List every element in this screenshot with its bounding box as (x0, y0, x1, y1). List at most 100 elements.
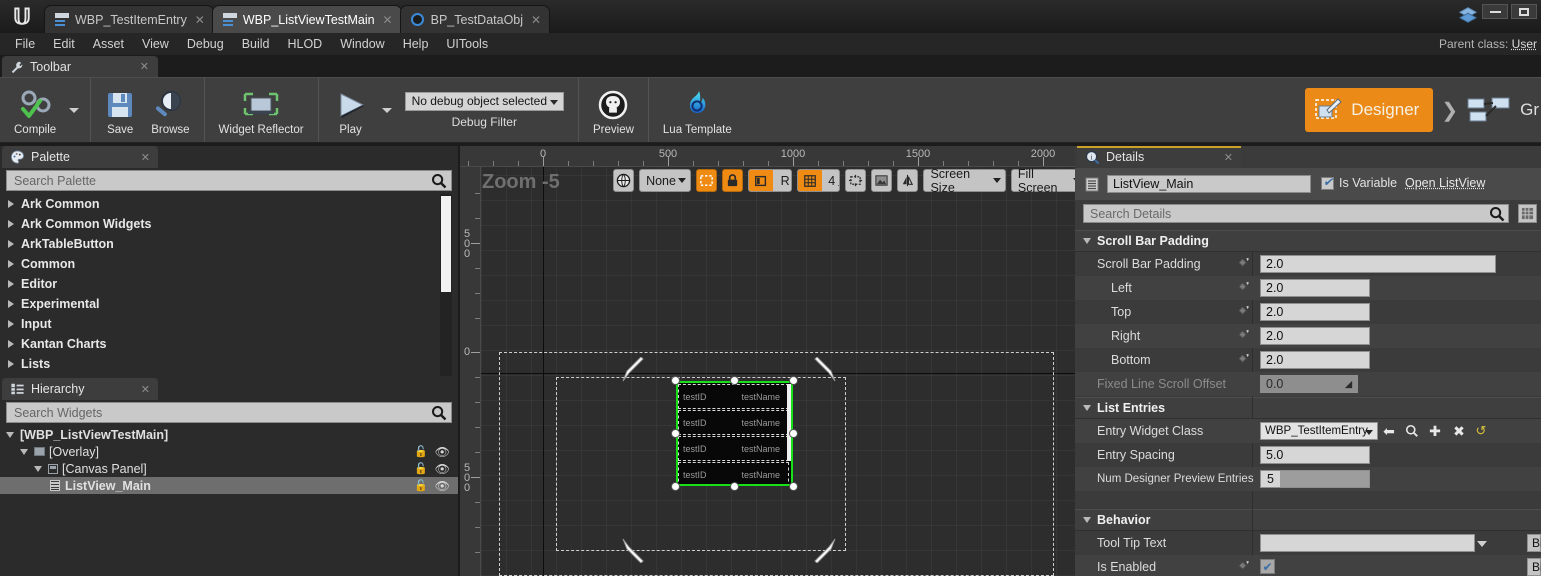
palette-scrollbar[interactable] (440, 194, 452, 376)
chevron-down-icon[interactable] (20, 448, 28, 455)
resize-handle-bottom-center[interactable] (731, 483, 738, 490)
save-button[interactable]: Save (97, 83, 143, 138)
chevron-down-icon[interactable] (34, 465, 42, 472)
chevron-down-icon[interactable] (1477, 541, 1487, 547)
asset-tab-wbp-listviewtestmain[interactable]: WBP_ListViewTestMain ✕ (211, 5, 402, 33)
entry-spacing-input[interactable]: 5.0 (1260, 446, 1370, 464)
preview-button[interactable]: Preview (585, 83, 642, 138)
create-new-asset-button[interactable]: ✚ (1427, 423, 1443, 440)
palette-item-kantan-charts[interactable]: Kantan Charts (0, 334, 440, 354)
play-options-chevron-down-icon[interactable] (381, 107, 392, 113)
menu-build[interactable]: Build (233, 35, 279, 53)
graph-mode-button[interactable]: Gr (1466, 96, 1539, 124)
is-enabled-checkbox[interactable]: ✔ (1260, 559, 1275, 574)
hierarchy-panel-tab[interactable]: Hierarchy ✕ (2, 378, 158, 400)
play-button[interactable]: Play (325, 83, 377, 138)
num-preview-entries-input[interactable]: 5 (1260, 470, 1370, 488)
designer-mode-button[interactable]: Designer (1305, 88, 1434, 132)
toggle-grid-button[interactable] (797, 170, 822, 191)
details-search-input[interactable]: Search Details (1083, 204, 1509, 223)
resize-handle-bottom-right[interactable] (790, 483, 797, 490)
menu-hlod[interactable]: HLOD (278, 35, 331, 53)
compile-button[interactable]: Compile (6, 83, 64, 138)
palette-item-ark-common[interactable]: Ark Common (0, 194, 440, 214)
category-list-entries[interactable]: List Entries (1075, 397, 1541, 419)
resize-handle-middle-left[interactable] (672, 430, 679, 437)
close-icon[interactable]: ✕ (531, 13, 541, 27)
scroll-padding-left-input[interactable]: 2.0 (1260, 279, 1370, 297)
scroll-bar-padding-input[interactable]: 2.0 (1260, 255, 1496, 273)
toolbar-panel-tab[interactable]: Toolbar ✕ (2, 56, 158, 77)
widget-reflector-button[interactable]: Widget Reflector (211, 83, 312, 138)
palette-item-lists[interactable]: Lists (0, 354, 440, 374)
anchor-medallion-bottom-left-icon[interactable] (621, 537, 647, 563)
designer-canvas[interactable]: testID testName testID testName testID t… (481, 167, 1075, 576)
entry-widget-class-select[interactable]: WBP_TestItemEntry (1260, 422, 1378, 440)
resize-handle-bottom-left[interactable] (672, 483, 679, 490)
hierarchy-row-listview-main[interactable]: ListView_Main 🔓 👁 (0, 477, 458, 494)
close-icon[interactable]: ✕ (383, 13, 393, 27)
fit-to-screen-button[interactable] (845, 169, 867, 192)
menu-debug[interactable]: Debug (178, 35, 233, 53)
anchor-medallion-top-left-icon[interactable] (621, 357, 647, 383)
menu-asset[interactable]: Asset (84, 35, 133, 53)
toggle-r-button[interactable]: R (773, 170, 791, 191)
lock-icon[interactable]: 🔓 (414, 479, 428, 492)
palette-item-common[interactable]: Common (0, 254, 440, 274)
palette-scrollbar-thumb[interactable] (441, 196, 451, 292)
menu-view[interactable]: View (133, 35, 178, 53)
scroll-padding-bottom-input[interactable]: 2.0 (1260, 351, 1370, 369)
menu-help[interactable]: Help (394, 35, 438, 53)
close-icon[interactable]: ✕ (141, 151, 150, 164)
resize-handle-top-center[interactable] (731, 377, 738, 384)
debug-object-select[interactable]: No debug object selected (404, 91, 564, 111)
resize-handle-top-right[interactable] (790, 377, 797, 384)
close-icon[interactable]: ✕ (140, 60, 149, 73)
compile-options-chevron-down-icon[interactable] (69, 107, 80, 113)
tool-tip-bind-button[interactable]: Bi (1527, 534, 1541, 552)
anchor-medallion-top-right-icon[interactable] (811, 357, 837, 383)
screen-size-select[interactable]: Screen Size (923, 167, 1006, 195)
hierarchy-row-overlay[interactable]: [Overlay] 🔓 👁 (0, 443, 458, 460)
toggle-lock-button[interactable] (722, 169, 744, 192)
chevron-down-icon[interactable] (6, 431, 14, 438)
is-variable-checkbox[interactable] (1321, 175, 1334, 190)
palette-panel-tab[interactable]: Palette ✕ (2, 146, 158, 168)
menu-edit[interactable]: Edit (44, 35, 84, 53)
palette-search-input[interactable]: Search Palette (6, 170, 452, 191)
is-variable-checkbox-group[interactable]: Is Variable (1321, 175, 1397, 190)
image-preview-button[interactable] (871, 169, 893, 192)
scroll-padding-right-input[interactable]: 2.0 (1260, 327, 1370, 345)
hierarchy-search-input[interactable]: Search Widgets (6, 402, 452, 423)
asset-tab-wbp-testitementry[interactable]: WBP_TestItemEntry ✕ (44, 5, 214, 33)
eye-icon[interactable]: 👁 (435, 445, 450, 459)
menu-file[interactable]: File (6, 35, 44, 53)
use-selected-asset-button[interactable]: ⬅ (1381, 423, 1397, 440)
toggle-dashed-outlines-button[interactable] (695, 169, 718, 192)
asset-tab-bp-testdataobj[interactable]: BP_TestDataObj ✕ (399, 5, 551, 33)
minimize-button[interactable] (1482, 4, 1508, 19)
hierarchy-row-root[interactable]: [WBP_ListViewTestMain] (0, 426, 458, 443)
palette-item-ark-common-widgets[interactable]: Ark Common Widgets (0, 214, 440, 234)
browse-to-asset-search-icon[interactable] (1405, 424, 1419, 438)
palette-item-editor[interactable]: Editor (0, 274, 440, 294)
menu-uitools[interactable]: UITools (437, 35, 497, 53)
lua-template-button[interactable]: Lua Template (655, 83, 740, 138)
lock-icon[interactable]: 🔓 (414, 462, 428, 475)
palette-item-experimental[interactable]: Experimental (0, 294, 440, 314)
listview-scrollbar[interactable] (787, 384, 791, 461)
is-enabled-bind-button[interactable]: Bi (1527, 558, 1541, 576)
localization-select[interactable]: None (639, 169, 691, 192)
close-icon[interactable]: ✕ (141, 383, 150, 396)
menu-window[interactable]: Window (331, 35, 393, 53)
resize-handle-middle-right[interactable] (790, 430, 797, 437)
palette-item-arktablebutton[interactable]: ArkTableButton (0, 234, 440, 254)
palette-item-input[interactable]: Input (0, 314, 440, 334)
hierarchy-row-canvas-panel[interactable]: [Canvas Panel] 🔓 👁 (0, 460, 458, 477)
lock-icon[interactable]: 🔓 (414, 445, 428, 458)
category-behavior[interactable]: Behavior (1075, 509, 1541, 531)
toggle-outline-button[interactable] (749, 170, 774, 191)
category-scroll-bar-padding[interactable]: Scroll Bar Padding (1075, 230, 1541, 252)
eye-icon[interactable]: 👁 (435, 479, 450, 493)
listview-selection-box[interactable]: testID testName testID testName testID t… (676, 381, 793, 486)
